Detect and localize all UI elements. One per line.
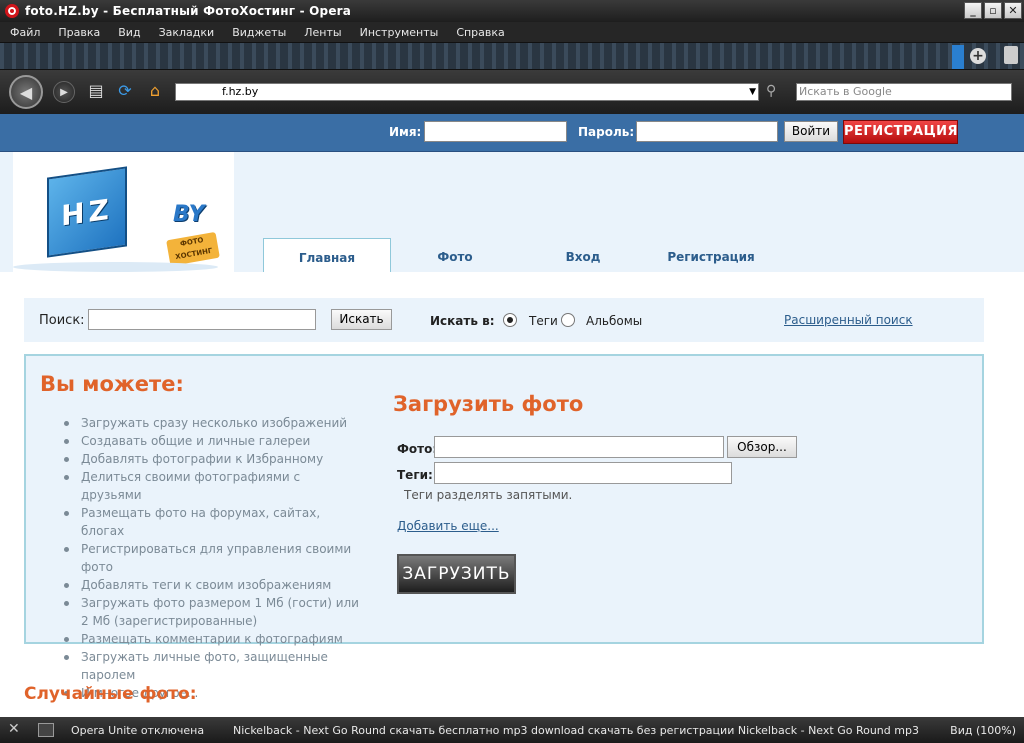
home-icon[interactable]: ⌂	[145, 81, 165, 101]
trash-icon[interactable]	[1004, 46, 1018, 64]
radio-albums[interactable]	[561, 313, 575, 327]
menu-edit[interactable]: Правка	[58, 26, 100, 39]
search-scope-label: Искать в:	[430, 314, 495, 328]
photo-label: Фото:	[397, 442, 438, 456]
close-button[interactable]: ✕	[1004, 2, 1022, 19]
list-item: Делиться своими фотографиями с друзьями	[64, 468, 364, 504]
name-label: Имя:	[389, 125, 422, 139]
tags-hint: Теги разделять запятыми.	[404, 488, 573, 502]
search-input[interactable]	[88, 309, 316, 330]
upload-title: Загрузить фото	[393, 392, 584, 416]
password-input[interactable]	[636, 121, 778, 142]
menu-bar: Файл Правка Вид Закладки Виджеты Ленты И…	[0, 22, 1024, 42]
register-button[interactable]: РЕГИСТРАЦИЯ	[843, 120, 958, 144]
logo-badge: ФОТО ХОСТИНГ	[166, 231, 220, 267]
main-panel: Вы можете: Загружать сразу несколько изо…	[24, 354, 984, 700]
search-button[interactable]: Искать	[331, 309, 392, 330]
address-field[interactable]: f.hz.by ▼	[175, 83, 759, 101]
forward-button[interactable]: ▶	[53, 81, 75, 103]
list-item: Добавлять теги к своим изображениям	[64, 576, 364, 594]
search-bar: Поиск: Искать Искать в: Теги Альбомы Рас…	[24, 298, 984, 342]
back-button[interactable]: ◀	[9, 75, 43, 109]
minimize-button[interactable]: _	[964, 2, 982, 19]
site-logo[interactable]: HZ BY ФОТО ХОСТИНГ	[13, 152, 234, 272]
opera-logo-icon	[5, 4, 19, 18]
list-item: Добавлять фотографии к Избранному	[64, 450, 364, 468]
radio-tags-label: Теги	[529, 314, 558, 328]
reload-icon[interactable]: ⟳	[115, 81, 135, 101]
logo-shadow	[13, 262, 218, 272]
tab-home[interactable]: Главная	[263, 238, 391, 272]
list-item: Загружать фото размером 1 Мб (гости) или…	[64, 594, 364, 630]
list-item: Размещать комментарии к фотографиям	[64, 630, 364, 648]
menu-widgets[interactable]: Виджеты	[232, 26, 286, 39]
panel-toggle-icon[interactable]: ✕	[8, 721, 20, 737]
tab-login[interactable]: Вход	[519, 238, 647, 272]
search-field[interactable]: Искать в Google	[796, 83, 1012, 101]
upload-button[interactable]: ЗАГРУЗИТЬ	[397, 554, 516, 594]
search-engine-icon[interactable]: ⚲	[766, 83, 776, 99]
menu-bookmarks[interactable]: Закладки	[159, 26, 215, 39]
news-ticker[interactable]: Nickelback - Next Go Round скачать беспл…	[233, 724, 919, 737]
tab-photo[interactable]: Фото	[391, 238, 519, 272]
photo-file-input[interactable]	[434, 436, 724, 458]
chevron-down-icon[interactable]: ▼	[749, 84, 756, 100]
list-item: Регистрироваться для управления своими ф…	[64, 540, 364, 576]
opera-unite-status[interactable]: Opera Unite отключена	[71, 724, 204, 737]
radio-albums-label: Альбомы	[586, 314, 643, 328]
menu-view[interactable]: Вид	[118, 26, 140, 39]
menu-file[interactable]: Файл	[10, 26, 40, 39]
navigation-toolbar: ◀ ▶ ▤ ⟳ ⌂ f.hz.by ▼ ⚲ Искать в Google	[0, 70, 1024, 114]
radio-tags[interactable]	[503, 313, 517, 327]
new-tab-icon[interactable]: +	[970, 48, 986, 64]
tags-input[interactable]	[434, 462, 732, 484]
tab-register[interactable]: Регистрация	[647, 238, 775, 272]
logo-domain: BY	[173, 202, 205, 227]
random-photos-title: Случайные фото:	[24, 684, 197, 704]
search-label: Поиск:	[39, 313, 85, 328]
list-item: Загружать личные фото, защищенные пароле…	[64, 648, 364, 684]
menu-help[interactable]: Справка	[456, 26, 504, 39]
menu-feeds[interactable]: Ленты	[304, 26, 341, 39]
logo-cube: HZ	[47, 166, 127, 258]
login-button[interactable]: Войти	[784, 121, 838, 142]
address-text: f.hz.by	[222, 85, 259, 98]
maximize-button[interactable]: ▫	[984, 2, 1002, 19]
list-item: Размещать фото на форумах, сайтах, блога…	[64, 504, 364, 540]
browse-button[interactable]: Обзор...	[727, 436, 797, 458]
page-viewport: Имя: Пароль: Войти РЕГИСТРАЦИЯ HZ BY ФОТ…	[0, 114, 1024, 717]
tab-strip: +	[0, 42, 1024, 70]
list-item: Создавать общие и личные галереи	[64, 432, 364, 450]
features-list: Загружать сразу несколько изображений Со…	[64, 414, 364, 702]
login-bar: Имя: Пароль: Войти РЕГИСТРАЦИЯ	[0, 114, 1024, 152]
page-icon[interactable]: ▤	[86, 81, 106, 101]
add-more-link[interactable]: Добавить еще...	[397, 519, 499, 533]
status-bar: ✕ Opera Unite отключена Nickelback - Nex…	[0, 717, 1024, 743]
advanced-search-link[interactable]: Расширенный поиск	[784, 313, 913, 327]
window-title: foto.HZ.by - Бесплатный ФотоХостинг - Op…	[25, 4, 352, 18]
tags-label: Теги:	[397, 468, 433, 482]
opera-unite-icon[interactable]	[38, 723, 54, 737]
list-item: Загружать сразу несколько изображений	[64, 414, 364, 432]
main-nav: Главная Фото Вход Регистрация	[263, 238, 775, 272]
title-bar: foto.HZ.by - Бесплатный ФотоХостинг - Op…	[0, 0, 1024, 22]
closed-tabs-icon[interactable]	[952, 45, 964, 69]
name-input[interactable]	[424, 121, 567, 142]
features-title: Вы можете:	[40, 372, 184, 396]
zoom-control[interactable]: Вид (100%)	[950, 724, 1016, 737]
site-header: HZ BY ФОТО ХОСТИНГ Главная Фото Вход Рег…	[0, 152, 1024, 272]
menu-tools[interactable]: Инструменты	[360, 26, 439, 39]
password-label: Пароль:	[578, 125, 635, 139]
window-controls: _ ▫ ✕	[964, 2, 1022, 19]
